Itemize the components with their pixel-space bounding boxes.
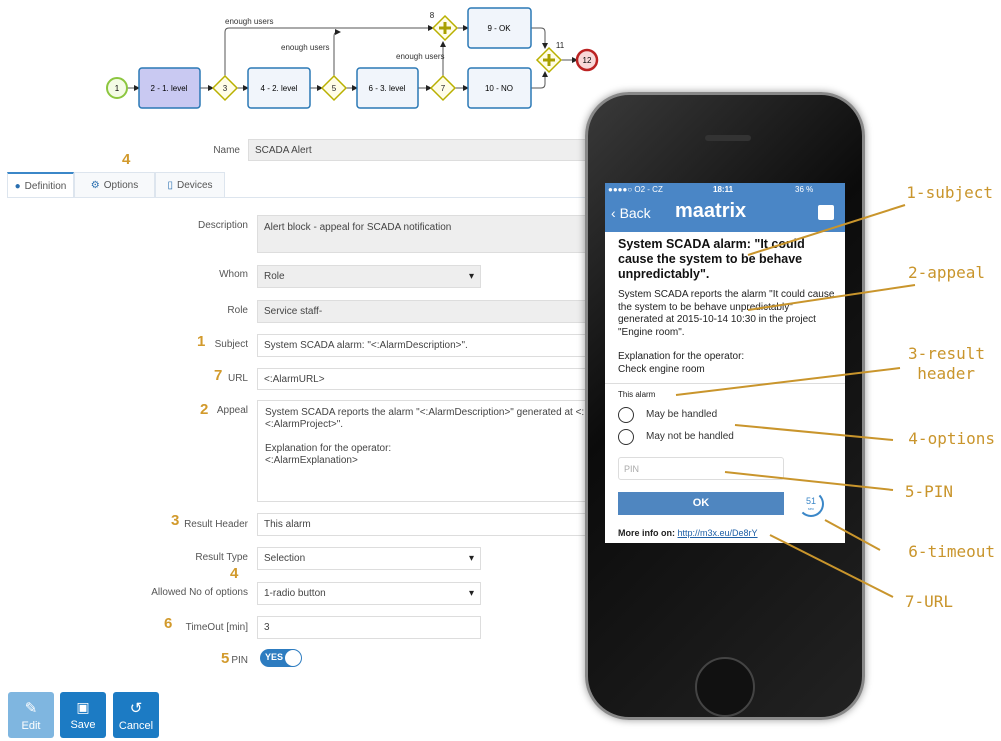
annotation-url: 7-URL <box>904 592 953 611</box>
annotation-pin: 5-PIN <box>904 482 953 501</box>
annotation-subject: 1-subject <box>906 183 993 202</box>
annotation-appeal: 2-appeal <box>907 263 985 282</box>
annotation-result-header: header <box>917 364 975 383</box>
annotation-result-header: 3-result <box>907 344 985 363</box>
annotation-timeout: 6-timeout <box>908 542 995 561</box>
annotation-lines <box>675 204 916 598</box>
annotation-options: 4-options <box>908 429 995 448</box>
